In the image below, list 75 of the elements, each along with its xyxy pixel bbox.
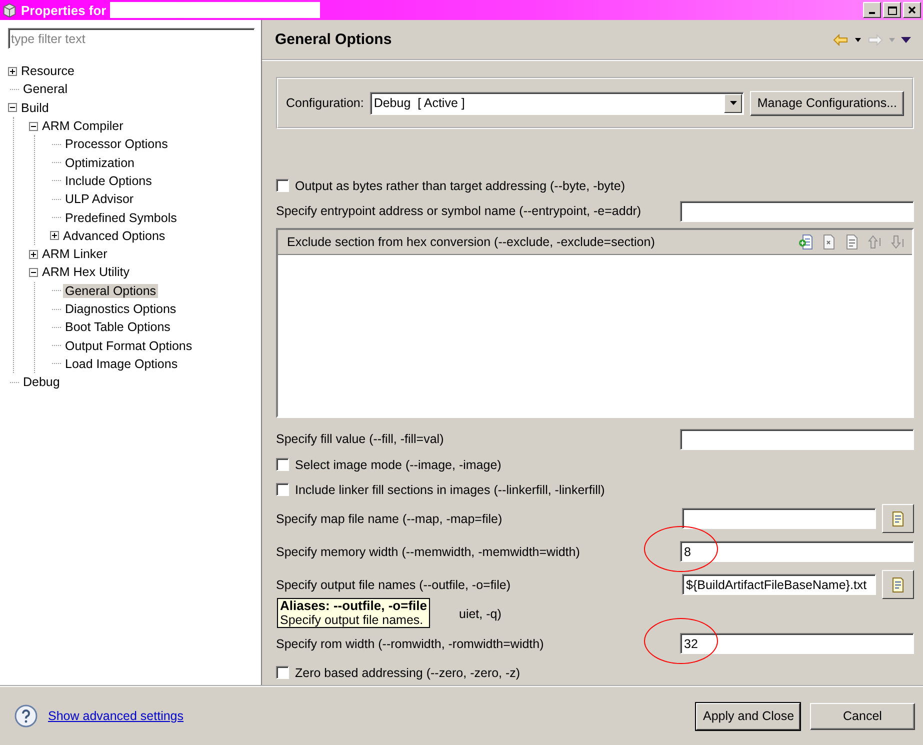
- checkbox[interactable]: [276, 483, 289, 496]
- checkbox[interactable]: [276, 666, 289, 679]
- option-label: Specify entrypoint address or symbol name (--entrypoint, -e=addr): [276, 204, 642, 218]
- dropdown-icon[interactable]: [855, 38, 861, 42]
- tree-item[interactable]: Include Options: [63, 174, 154, 188]
- input-field[interactable]: [682, 508, 876, 529]
- tree-item[interactable]: Processor Options: [63, 137, 170, 152]
- close-button[interactable]: [903, 2, 921, 18]
- window-title: Properties for: [21, 2, 106, 18]
- manage-configurations-button[interactable]: Manage Configurations...: [750, 90, 904, 116]
- input-field[interactable]: ${BuildArtifactFileBaseName}.txt: [682, 574, 876, 595]
- configuration-label: Configuration:: [286, 96, 364, 110]
- tooltip-title: Aliases: --outfile, -o=file: [280, 599, 427, 613]
- tree-item[interactable]: General: [21, 82, 70, 96]
- option-label: Specify memory width (--memwidth, -memwidth=width): [276, 544, 581, 558]
- dialog-button[interactable]: Cancel: [810, 702, 915, 730]
- tree-item[interactable]: Debug: [21, 375, 62, 390]
- option-label: uiet, -q): [459, 607, 502, 621]
- tree-item[interactable]: Resource: [19, 64, 76, 78]
- list-header: Exclude section from hex conversion (--exclude, -exclude=section): [287, 235, 655, 249]
- maximize-icon: [888, 6, 896, 14]
- minimize-button[interactable]: [863, 2, 881, 18]
- add-icon[interactable]: [798, 234, 814, 250]
- browse-icon: [890, 576, 906, 592]
- page-title: General Options: [275, 31, 392, 48]
- option-label: Include linker fill sections in images (--linkerfill, -linkerfill): [295, 482, 606, 496]
- option-label: Specify fill value (--fill, -fill=val): [276, 432, 445, 446]
- dropdown-icon: [730, 101, 737, 105]
- checkbox[interactable]: [276, 458, 289, 471]
- collapse-icon[interactable]: [8, 103, 17, 112]
- expand-icon[interactable]: [8, 66, 17, 76]
- collapse-icon[interactable]: [29, 122, 38, 131]
- browse-icon: [890, 510, 906, 526]
- close-icon: [908, 6, 916, 14]
- dialog-button[interactable]: Apply and Close: [696, 702, 800, 730]
- view-menu-icon[interactable]: [901, 36, 911, 42]
- tree-item[interactable]: ARM Hex Utility: [40, 265, 132, 280]
- tree-item[interactable]: Load Image Options: [63, 356, 180, 371]
- tree-item[interactable]: General Options: [63, 284, 158, 298]
- cube-icon: [2, 2, 17, 18]
- tree-item[interactable]: Output Format Options: [63, 338, 194, 353]
- expand-icon[interactable]: [50, 231, 59, 240]
- filter-field[interactable]: type filter text: [8, 28, 255, 49]
- option-label: Specify output file names (--outfile, -o=file): [276, 578, 512, 592]
- option-label: Specify map file name (--map, -map=file): [276, 512, 504, 526]
- tooltip-text: Specify output file names.: [280, 613, 424, 627]
- option-label: Select image mode (--image, -image): [295, 458, 502, 472]
- tree-item[interactable]: Advanced Options: [61, 228, 168, 243]
- tree-item[interactable]: Optimization: [63, 156, 136, 170]
- help-icon[interactable]: [14, 704, 38, 728]
- collapse-icon[interactable]: [29, 268, 38, 277]
- browse-button[interactable]: [882, 570, 914, 599]
- maximize-button[interactable]: [883, 2, 901, 18]
- delete-icon[interactable]: [821, 234, 837, 250]
- input-field[interactable]: 32: [680, 633, 914, 654]
- input-field[interactable]: [680, 200, 914, 222]
- tree-item[interactable]: ARM Linker: [40, 247, 110, 262]
- configuration-dropdown[interactable]: Debug [ Active ]: [370, 92, 744, 114]
- tree-item[interactable]: Build: [19, 100, 51, 115]
- expand-icon[interactable]: [29, 250, 38, 259]
- input-field[interactable]: [680, 428, 914, 450]
- tree-item[interactable]: Boot Table Options: [63, 320, 172, 334]
- tree-item[interactable]: Diagnostics Options: [63, 302, 178, 316]
- tree-item[interactable]: ULP Advisor: [63, 192, 136, 206]
- tree-item[interactable]: ARM Compiler: [40, 119, 126, 134]
- tree-item[interactable]: Predefined Symbols: [63, 210, 179, 225]
- checkbox[interactable]: [276, 179, 289, 192]
- advanced-settings-link[interactable]: Show advanced settings: [48, 709, 184, 723]
- edit-icon[interactable]: [844, 234, 860, 250]
- list-box[interactable]: Exclude section from hex conversion (--exclude, -exclude=section): [276, 228, 914, 418]
- option-label: Zero based addressing (--zero, -zero, -z): [295, 666, 522, 680]
- browse-button[interactable]: [882, 504, 914, 533]
- input-field[interactable]: 8: [680, 541, 914, 562]
- option-label: Specify rom width (--romwidth, -romwidth=width): [276, 636, 545, 650]
- option-label: Output as bytes rather than target addressing (--byte, -byte): [295, 178, 626, 192]
